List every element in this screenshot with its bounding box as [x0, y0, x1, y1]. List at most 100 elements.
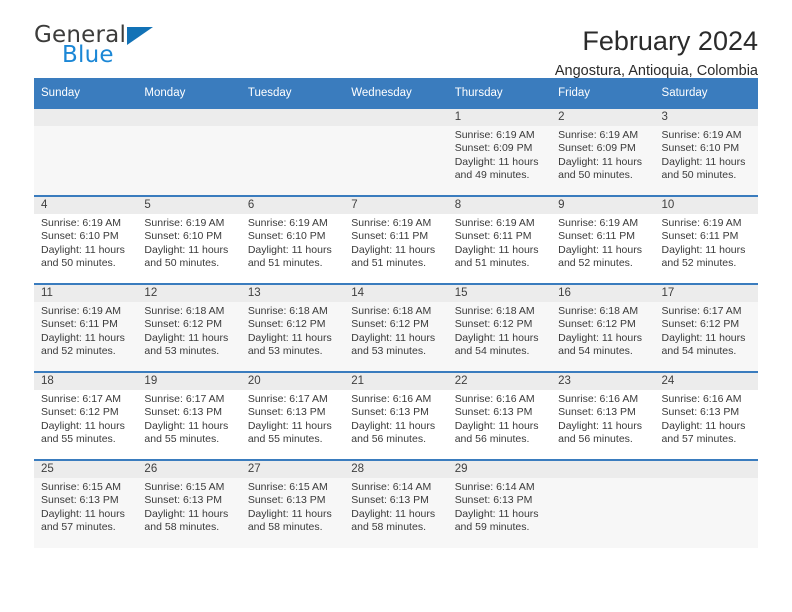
calendar-day-cell[interactable]: 23 Sunrise: 6:16 AM Sunset: 6:13 PM Dayligh…	[551, 371, 655, 460]
daylight-duration-line1: Daylight: 11 hours	[558, 155, 642, 168]
sunrise-time: Sunrise: 6:19 AM	[41, 305, 121, 317]
calendar-day-cell[interactable]: 16 Sunrise: 6:18 AM Sunset: 6:12 PM Dayligh…	[551, 283, 655, 372]
daylight-duration-line1: Daylight: 11 hours	[454, 331, 539, 344]
daylight-duration-line2: and 53 minutes.	[144, 345, 220, 358]
daylight-duration-line1: Daylight: 11 hours	[454, 419, 539, 432]
general-blue-logo[interactable]: General Blue	[34, 24, 154, 68]
calendar-day-cell[interactable]: 24 Sunrise: 6:16 AM Sunset: 6:13 PM Dayligh…	[654, 371, 758, 460]
day-number: 2	[551, 109, 655, 126]
weekday-header-monday: Monday	[137, 78, 241, 108]
daylight-duration-line2: and 51 minutes.	[454, 257, 530, 270]
daylight-duration-line2: and 54 minutes.	[661, 345, 737, 358]
sunrise-time: Sunrise: 6:14 AM	[454, 481, 535, 493]
sunset-time: Sunset: 6:12 PM	[558, 318, 636, 331]
day-details: Sunrise: 6:16 AM Sunset: 6:13 PM Daylight:…	[551, 390, 654, 447]
day-details: Sunrise: 6:15 AM Sunset: 6:13 PM Daylight:…	[137, 478, 240, 535]
calendar-day-cell[interactable]: 4 Sunrise: 6:19 AM Sunset: 6:10 PM Daylight…	[34, 195, 138, 284]
calendar-day-cell[interactable]: 8 Sunrise: 6:19 AM Sunset: 6:11 PM Daylight…	[447, 195, 552, 284]
calendar-day-cell[interactable]: 9 Sunrise: 6:19 AM Sunset: 6:11 PM Daylight…	[551, 195, 655, 284]
sunset-time: Sunset: 6:13 PM	[351, 406, 429, 419]
calendar-page: General Blue February 2024 Angostura, An…	[0, 0, 792, 612]
day-number: 17	[654, 285, 758, 302]
page-subtitle: Angostura, Antioquia, Colombia	[554, 63, 758, 80]
calendar-day-cell[interactable]: 25 Sunrise: 6:15 AM Sunset: 6:13 PM Dayligh…	[34, 459, 138, 548]
calendar-day-cell[interactable]: 6 Sunrise: 6:19 AM Sunset: 6:10 PM Daylight…	[240, 195, 345, 284]
calendar-empty-cell	[551, 459, 655, 548]
sunset-time: Sunset: 6:10 PM	[661, 142, 740, 155]
sunrise-time: Sunrise: 6:16 AM	[351, 393, 432, 405]
day-number: 23	[551, 373, 655, 390]
sunset-time: Sunset: 6:11 PM	[351, 230, 429, 243]
day-number: 11	[34, 285, 138, 302]
calendar-day-cell[interactable]: 5 Sunrise: 6:19 AM Sunset: 6:10 PM Daylight…	[137, 195, 241, 284]
calendar-day-cell[interactable]: 29 Sunrise: 6:14 AM Sunset: 6:13 PM Dayligh…	[447, 459, 552, 548]
calendar-day-cell[interactable]: 17 Sunrise: 6:17 AM Sunset: 6:12 PM Dayligh…	[654, 283, 758, 372]
sunrise-time: Sunrise: 6:16 AM	[558, 393, 639, 405]
daylight-duration-line1: Daylight: 11 hours	[41, 507, 125, 520]
day-details: Sunrise: 6:17 AM Sunset: 6:13 PM Daylight:…	[241, 390, 344, 447]
daylight-duration-line1: Daylight: 11 hours	[454, 155, 539, 168]
sunrise-time: Sunrise: 6:18 AM	[558, 305, 639, 317]
triangle-icon	[127, 27, 154, 45]
day-details: Sunrise: 6:17 AM Sunset: 6:13 PM Daylight:…	[137, 390, 240, 447]
calendar-day-cell[interactable]: 21 Sunrise: 6:16 AM Sunset: 6:13 PM Dayligh…	[344, 371, 448, 460]
calendar-header-row-group: Sunday Monday Tuesday Wednesday Thursday…	[34, 78, 758, 108]
day-details: Sunrise: 6:19 AM Sunset: 6:09 PM Daylight:…	[551, 126, 654, 183]
daylight-duration-line2: and 57 minutes.	[661, 433, 737, 446]
calendar-day-cell[interactable]: 19 Sunrise: 6:17 AM Sunset: 6:13 PM Dayligh…	[137, 371, 241, 460]
calendar-day-cell[interactable]: 1 Sunrise: 6:19 AM Sunset: 6:09 PM Daylight…	[447, 107, 552, 196]
calendar-body: 1 Sunrise: 6:19 AM Sunset: 6:09 PM Daylight…	[34, 107, 758, 548]
daylight-duration-line2: and 52 minutes.	[558, 257, 633, 270]
calendar-day-cell[interactable]: 27 Sunrise: 6:15 AM Sunset: 6:13 PM Dayligh…	[240, 459, 345, 548]
weekday-header-tuesday: Tuesday	[240, 78, 345, 108]
calendar-day-cell[interactable]: 11 Sunrise: 6:19 AM Sunset: 6:11 PM Dayligh…	[34, 283, 138, 372]
calendar-day-cell[interactable]: 13 Sunrise: 6:18 AM Sunset: 6:12 PM Dayligh…	[240, 283, 345, 372]
calendar-week-row: 11 Sunrise: 6:19 AM Sunset: 6:11 PM Dayligh…	[34, 283, 758, 372]
title-block: February 2024 Angostura, Antioquia, Colo…	[555, 24, 758, 79]
day-number: 6	[240, 197, 345, 214]
calendar-day-cell[interactable]: 7 Sunrise: 6:19 AM Sunset: 6:11 PM Daylight…	[344, 195, 448, 284]
calendar-day-cell[interactable]: 18 Sunrise: 6:17 AM Sunset: 6:12 PM Dayligh…	[34, 371, 138, 460]
calendar-day-cell[interactable]: 14 Sunrise: 6:18 AM Sunset: 6:12 PM Dayligh…	[344, 283, 448, 372]
daylight-duration-line1: Daylight: 11 hours	[247, 331, 332, 344]
daylight-duration-line2: and 59 minutes.	[454, 521, 530, 534]
daylight-duration-line1: Daylight: 11 hours	[247, 507, 332, 520]
sunrise-time: Sunrise: 6:15 AM	[247, 481, 328, 493]
logo-text-blue: Blue	[62, 42, 114, 68]
sunset-time: Sunset: 6:13 PM	[454, 494, 533, 507]
sunrise-time: Sunrise: 6:15 AM	[41, 481, 121, 493]
daylight-duration-line1: Daylight: 11 hours	[247, 419, 332, 432]
sunset-time: Sunset: 6:13 PM	[247, 494, 326, 507]
daylight-duration-line1: Daylight: 11 hours	[41, 331, 125, 344]
daylight-duration-line2: and 51 minutes.	[247, 257, 323, 270]
calendar-day-cell[interactable]: 3 Sunrise: 6:19 AM Sunset: 6:10 PM Daylight…	[654, 107, 758, 196]
day-number: 25	[34, 461, 138, 478]
sunrise-time: Sunrise: 6:17 AM	[41, 393, 121, 405]
calendar-day-cell[interactable]: 22 Sunrise: 6:16 AM Sunset: 6:13 PM Dayligh…	[447, 371, 552, 460]
sunrise-time: Sunrise: 6:19 AM	[144, 217, 225, 229]
day-details: Sunrise: 6:19 AM Sunset: 6:11 PM Daylight:…	[344, 214, 447, 271]
daylight-duration-line2: and 53 minutes.	[247, 345, 323, 358]
calendar-day-cell[interactable]: 26 Sunrise: 6:15 AM Sunset: 6:13 PM Dayligh…	[137, 459, 241, 548]
day-details: Sunrise: 6:18 AM Sunset: 6:12 PM Daylight:…	[551, 302, 654, 359]
day-number: 27	[240, 461, 345, 478]
calendar-day-cell[interactable]: 10 Sunrise: 6:19 AM Sunset: 6:11 PM Dayligh…	[654, 195, 758, 284]
sunrise-time: Sunrise: 6:19 AM	[454, 217, 535, 229]
calendar-day-cell[interactable]: 15 Sunrise: 6:18 AM Sunset: 6:12 PM Dayligh…	[447, 283, 552, 372]
day-details: Sunrise: 6:19 AM Sunset: 6:09 PM Daylight:…	[448, 126, 551, 183]
sunrise-time: Sunrise: 6:16 AM	[454, 393, 535, 405]
calendar-day-cell[interactable]: 2 Sunrise: 6:19 AM Sunset: 6:09 PM Daylight…	[551, 107, 655, 196]
sunset-time: Sunset: 6:11 PM	[558, 230, 635, 243]
daylight-duration-line1: Daylight: 11 hours	[351, 507, 436, 520]
daylight-duration-line2: and 52 minutes.	[661, 257, 737, 270]
sunset-time: Sunset: 6:10 PM	[144, 230, 223, 243]
daylight-duration-line2: and 58 minutes.	[144, 521, 220, 534]
daylight-duration-line1: Daylight: 11 hours	[41, 243, 125, 256]
daylight-duration-line1: Daylight: 11 hours	[558, 419, 642, 432]
calendar-day-cell[interactable]: 12 Sunrise: 6:18 AM Sunset: 6:12 PM Dayligh…	[137, 283, 241, 372]
daylight-duration-line2: and 56 minutes.	[558, 433, 633, 446]
calendar-day-cell[interactable]: 28 Sunrise: 6:14 AM Sunset: 6:13 PM Dayligh…	[344, 459, 448, 548]
day-number	[654, 461, 758, 478]
calendar-day-cell[interactable]: 20 Sunrise: 6:17 AM Sunset: 6:13 PM Dayligh…	[240, 371, 345, 460]
daylight-duration-line2: and 55 minutes.	[247, 433, 323, 446]
